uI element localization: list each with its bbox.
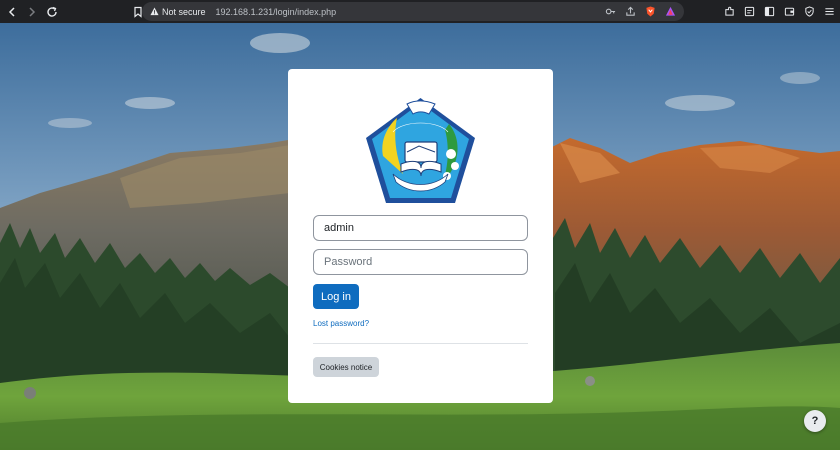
cookies-notice-button[interactable]: Cookies notice xyxy=(313,357,379,377)
menu-icon[interactable] xyxy=(822,4,836,18)
reader-icon[interactable] xyxy=(742,4,756,18)
security-label: Not secure xyxy=(162,6,206,17)
browser-toolbar: Not secure 192.168.1.231/login/index.php xyxy=(0,0,840,23)
forward-button[interactable] xyxy=(24,4,40,20)
login-button[interactable]: Log in xyxy=(313,284,359,309)
reload-icon xyxy=(47,6,57,17)
divider xyxy=(313,343,528,344)
brave-shield-icon[interactable] xyxy=(644,5,656,17)
reload-button[interactable] xyxy=(44,4,60,20)
lost-password-link[interactable]: Lost password? xyxy=(313,319,369,328)
chevron-left-icon xyxy=(8,6,15,17)
school-logo-emblem xyxy=(366,98,475,203)
help-button[interactable]: ? xyxy=(804,410,826,432)
vpn-icon[interactable] xyxy=(802,4,816,18)
url-text[interactable]: 192.168.1.231/login/index.php xyxy=(216,7,337,17)
sidebar-icon[interactable] xyxy=(762,4,776,18)
login-card: Log in Lost password? Cookies notice xyxy=(288,69,553,403)
password-input[interactable] xyxy=(313,249,528,275)
chevron-right-icon xyxy=(29,6,36,17)
brave-rewards-icon[interactable] xyxy=(664,5,676,17)
wallet-icon[interactable] xyxy=(782,4,796,18)
back-button[interactable] xyxy=(4,4,20,20)
security-indicator[interactable]: Not secure xyxy=(150,7,206,17)
key-icon[interactable] xyxy=(604,5,616,17)
username-input[interactable] xyxy=(313,215,528,241)
extensions-icon[interactable] xyxy=(722,4,736,18)
share-icon[interactable] xyxy=(624,5,636,17)
warning-icon xyxy=(150,7,159,16)
address-bar[interactable]: Not secure 192.168.1.231/login/index.php xyxy=(142,2,684,21)
